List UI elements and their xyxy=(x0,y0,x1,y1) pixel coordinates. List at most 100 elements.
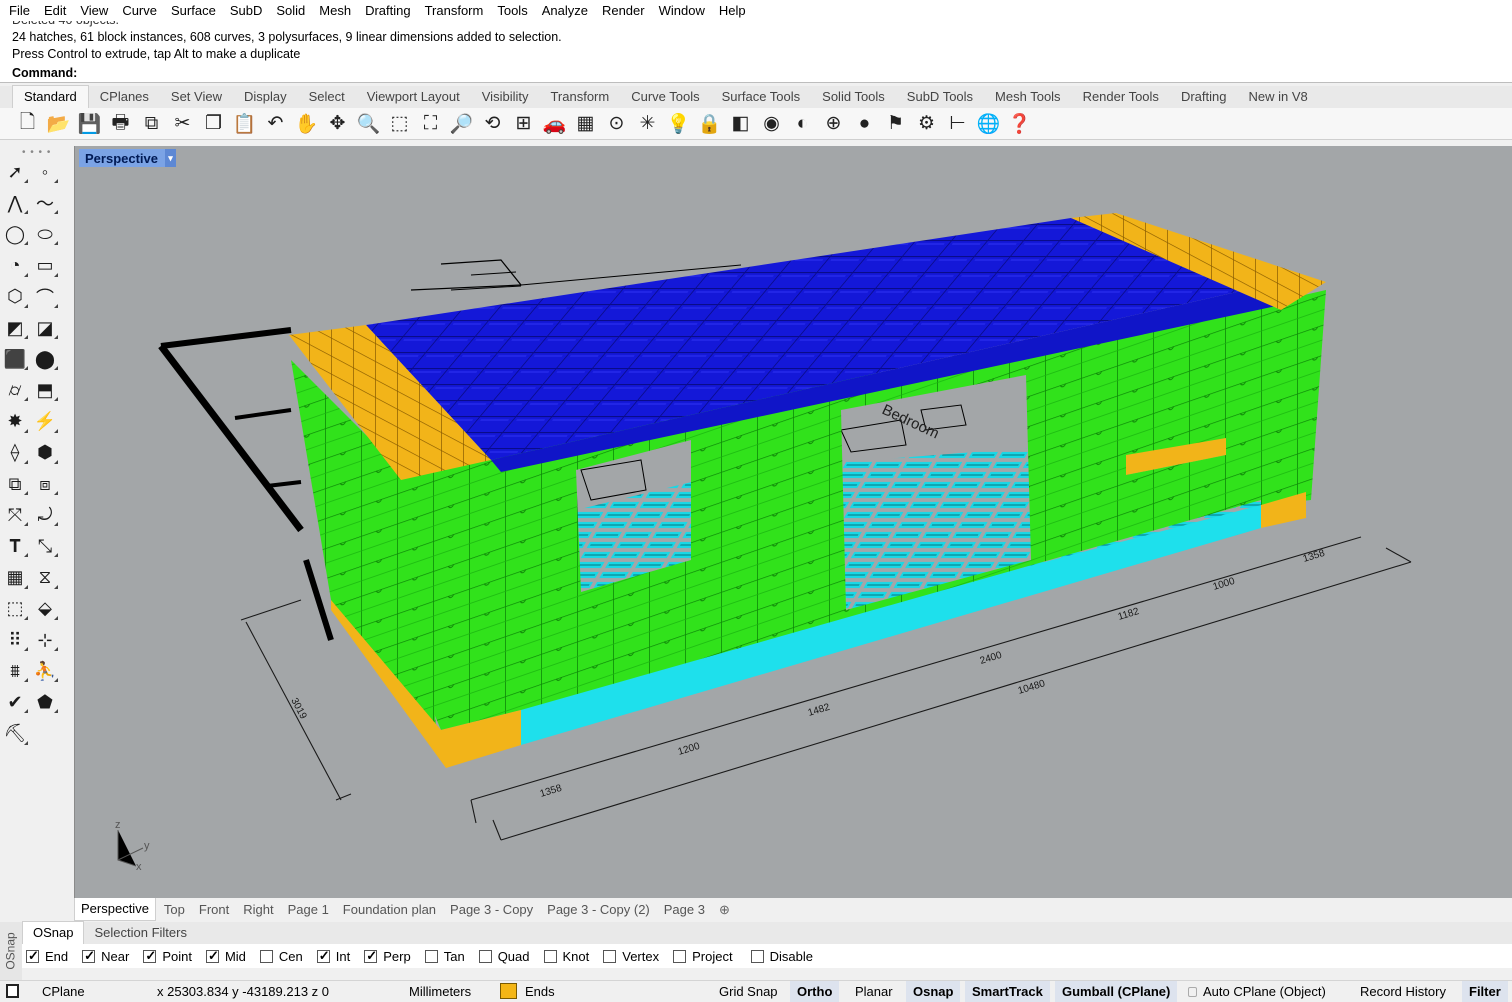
menu-drafting[interactable]: Drafting xyxy=(358,0,418,21)
wire-sphere-icon[interactable]: ⊕ xyxy=(818,110,849,138)
copy-icon[interactable]: ❐ xyxy=(198,110,229,138)
select-filter-icon[interactable]: ⚑ xyxy=(880,110,911,138)
osnap-end[interactable]: End xyxy=(26,948,68,964)
circle-icon[interactable]: ◯ xyxy=(1,220,29,248)
grid-snap-toggle[interactable]: Grid Snap xyxy=(719,981,778,1002)
zoom-selected-icon[interactable]: 🔎 xyxy=(446,110,477,138)
ellipse-icon[interactable]: ⬭ xyxy=(31,220,59,248)
light-icon[interactable]: 💡 xyxy=(663,110,694,138)
extrude-surface-icon[interactable]: ◪ xyxy=(31,314,59,342)
checkbox[interactable] xyxy=(603,949,617,963)
ortho-toggle[interactable]: Ortho xyxy=(790,981,840,1002)
options-gear-icon[interactable]: ⚙ xyxy=(911,110,942,138)
dimension-icon[interactable]: ⊢ xyxy=(942,110,973,138)
curve-icon[interactable]: 〜 xyxy=(31,189,59,217)
panel-tab-selection-filters[interactable]: Selection Filters xyxy=(84,922,196,944)
render-icon[interactable]: ⬟ xyxy=(31,688,59,716)
osnap-knot[interactable]: Knot xyxy=(543,949,589,964)
polygon-icon[interactable]: ⬡ xyxy=(1,283,29,311)
checkbox[interactable] xyxy=(143,948,157,964)
polyline-icon[interactable]: ⋀ xyxy=(1,189,29,217)
tab-transform[interactable]: Transform xyxy=(539,86,620,108)
checkbox[interactable] xyxy=(424,949,438,963)
tab-cplanes[interactable]: CPlanes xyxy=(89,86,160,108)
checkbox[interactable] xyxy=(316,948,330,964)
viewport-tab-page-3-copy-2-[interactable]: Page 3 - Copy (2) xyxy=(541,899,656,921)
object-snap-icon[interactable]: ✳ xyxy=(632,110,663,138)
viewport-tab-page-1[interactable]: Page 1 xyxy=(282,899,335,921)
menu-surface[interactable]: Surface xyxy=(164,0,223,21)
toolbar-grip[interactable]: • • • • xyxy=(22,147,51,158)
point-icon[interactable]: ◦ xyxy=(31,158,59,186)
status-cplane[interactable]: CPlane xyxy=(42,981,85,1002)
ungroup-icon[interactable]: ⧈ xyxy=(31,470,59,498)
osnap-point[interactable]: Point xyxy=(143,948,192,964)
menu-mesh[interactable]: Mesh xyxy=(312,0,358,21)
filter-toggle[interactable]: Filter xyxy=(1462,981,1508,1002)
tab-visibility[interactable]: Visibility xyxy=(471,86,540,108)
tab-viewport-layout[interactable]: Viewport Layout xyxy=(356,86,471,108)
tab-set-view[interactable]: Set View xyxy=(160,86,233,108)
checkbox[interactable] xyxy=(26,948,39,964)
patch-icon[interactable]: ⬒ xyxy=(31,376,59,404)
paste-icon[interactable]: 📋 xyxy=(229,110,260,138)
osnap-toggle[interactable]: Osnap xyxy=(906,981,961,1002)
menu-help[interactable]: Help xyxy=(712,0,753,21)
menu-render[interactable]: Render xyxy=(595,0,652,21)
checkbox[interactable] xyxy=(259,949,273,963)
select-arrow-icon[interactable]: ➚ xyxy=(1,158,29,186)
split-icon[interactable]: ⚡ xyxy=(31,408,59,436)
tab-mesh-tools[interactable]: Mesh Tools xyxy=(984,86,1072,108)
menu-tools[interactable]: Tools xyxy=(490,0,534,21)
tab-drafting[interactable]: Drafting xyxy=(1170,86,1238,108)
tab-subd-tools[interactable]: SubD Tools xyxy=(896,86,984,108)
panel-tab-osnap[interactable]: OSnap xyxy=(22,921,85,944)
print-icon[interactable]: 🖶 xyxy=(105,110,136,138)
right-end-wall[interactable] xyxy=(1261,290,1326,505)
tab-standard[interactable]: Standard xyxy=(12,85,89,108)
viewport-tab-top[interactable]: Top xyxy=(158,899,191,921)
smarttrack-toggle[interactable]: SmartTrack xyxy=(965,981,1050,1002)
osnap-near[interactable]: Near xyxy=(82,948,129,964)
menu-transform[interactable]: Transform xyxy=(418,0,491,21)
paint-icon[interactable]: ⛏ xyxy=(1,720,29,748)
viewport-tab-right[interactable]: Right xyxy=(237,899,279,921)
checkbox[interactable] xyxy=(750,949,764,963)
checkbox[interactable] xyxy=(673,949,687,963)
move-icon[interactable]: ⤧ xyxy=(1,501,29,529)
viewport-canvas[interactable]: Bedroom 3019 1358 1200 1482 2400 1182 10… xyxy=(75,146,1512,898)
check-icon[interactable]: ✔ xyxy=(1,688,29,716)
rotate-view-icon[interactable]: ✥ xyxy=(322,110,353,138)
rotate-icon[interactable]: ⤾ xyxy=(31,501,59,529)
tab-solid-tools[interactable]: Solid Tools xyxy=(811,86,896,108)
tab-render-tools[interactable]: Render Tools xyxy=(1072,86,1170,108)
import-icon[interactable]: ⧉ xyxy=(136,110,167,138)
cut-icon[interactable]: ✂ xyxy=(167,110,198,138)
lock-icon[interactable]: 🔒 xyxy=(694,110,725,138)
osnap-cen[interactable]: Cen xyxy=(259,949,303,964)
osnap-tan[interactable]: Tan xyxy=(424,949,465,964)
tab-new-in-v8[interactable]: New in V8 xyxy=(1237,86,1318,108)
open-icon[interactable]: 📂 xyxy=(43,110,74,138)
checkbox[interactable] xyxy=(478,949,492,963)
help-icon[interactable]: ❓ xyxy=(1004,110,1035,138)
menu-curve[interactable]: Curve xyxy=(115,0,164,21)
menu-file[interactable]: File xyxy=(2,0,37,21)
auto-cplane-toggle[interactable]: Auto CPlane (Object) xyxy=(1188,981,1326,1002)
status-units[interactable]: Millimeters xyxy=(409,981,471,1002)
checkbox[interactable] xyxy=(543,949,557,963)
zoom-extents-icon[interactable]: ⛶ xyxy=(415,110,446,138)
menu-analyze[interactable]: Analyze xyxy=(535,0,595,21)
solid-box-icon[interactable]: ⬚ xyxy=(1,595,29,623)
checkbox[interactable] xyxy=(364,948,378,964)
text-icon[interactable]: 𝐓 xyxy=(1,532,29,560)
car-icon[interactable]: 🚗 xyxy=(539,110,570,138)
undo-icon[interactable]: ↶ xyxy=(260,110,291,138)
gumball-icon[interactable]: ⊹ xyxy=(31,626,59,654)
block-icon[interactable]: ⬙ xyxy=(31,595,59,623)
box-icon[interactable]: ⬛ xyxy=(1,345,29,373)
osnap-mid[interactable]: Mid xyxy=(205,948,246,964)
record-history-toggle[interactable]: Record History xyxy=(1360,981,1446,1002)
perspective-viewport[interactable]: Bedroom 3019 1358 1200 1482 2400 1182 10… xyxy=(74,146,1512,898)
trim-icon[interactable]: ⟠ xyxy=(1,439,29,467)
